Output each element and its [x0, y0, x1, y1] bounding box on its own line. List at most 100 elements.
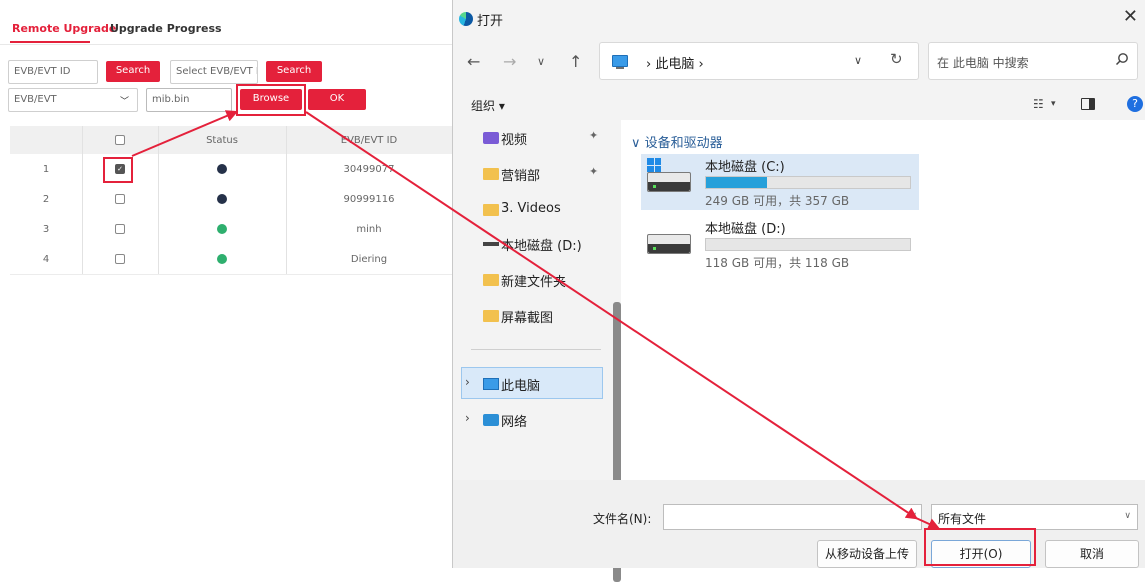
table-row[interactable]: 4 Diering — [10, 244, 452, 275]
evb-id-input[interactable]: EVB/EVT ID — [8, 60, 98, 84]
folder-icon — [483, 168, 499, 180]
search-button[interactable]: Search — [106, 61, 160, 82]
drive-usage-bar — [705, 238, 911, 251]
status-cell — [158, 184, 286, 214]
type-select[interactable]: EVB/EVT — [8, 88, 138, 112]
drive-info: 118 GB 可用，共 118 GB — [705, 256, 850, 270]
drive-d[interactable]: 本地磁盘 (D:) 118 GB 可用，共 118 GB — [641, 216, 919, 272]
active-tab-indicator — [10, 41, 90, 43]
row-checkbox[interactable] — [82, 244, 158, 274]
view-dropdown-icon[interactable]: ▾ — [1051, 99, 1056, 109]
evb-id-cell: 90999116 — [343, 193, 395, 205]
tree-item-this-pc[interactable]: › 此电脑 — [461, 370, 611, 398]
edge-logo-icon — [459, 12, 473, 26]
filename-label: 文件名(N): — [593, 512, 652, 526]
tab-remote-upgrade[interactable]: Remote Upgrade — [12, 22, 116, 35]
videos-icon — [483, 132, 499, 144]
tree-item-network[interactable]: › 网络 — [461, 406, 611, 434]
chevron-down-icon[interactable]: ∨ — [631, 136, 645, 151]
id-column-header: EVB/EVT ID — [340, 134, 398, 146]
checkbox-icon — [115, 254, 125, 264]
row-checkbox[interactable] — [82, 184, 158, 214]
evb-id-cell: Diering — [350, 253, 388, 265]
drive-usage-bar — [705, 176, 911, 189]
back-arrow-icon[interactable]: ← — [467, 52, 480, 71]
address-bar[interactable]: › 此电脑 › ∨ ↻ — [599, 42, 919, 80]
network-icon — [483, 414, 499, 426]
dialog-title-bar: 打开 ✕ — [453, 0, 1145, 36]
status-cell — [158, 154, 286, 184]
row-index: 1 — [42, 163, 50, 175]
folder-icon — [483, 310, 499, 322]
nav-item-marketing[interactable]: 营销部 ✦ — [461, 160, 611, 188]
cancel-button[interactable]: 取消 — [1045, 540, 1139, 568]
filetype-select[interactable]: 所有文件 ∨ — [931, 504, 1138, 530]
this-pc-icon — [612, 55, 628, 69]
nav-item-label: 视频 — [501, 133, 528, 148]
drive-info: 249 GB 可用，共 357 GB — [705, 194, 850, 208]
status-column-header: Status — [206, 134, 238, 146]
chevron-down-icon[interactable]: ∨ — [854, 54, 862, 67]
tab-bar: Remote Upgrade Upgrade Progress — [0, 0, 452, 45]
table-row[interactable]: 2 90999116 — [10, 184, 452, 215]
nav-item-new-folder[interactable]: 新建文件夹 — [461, 266, 611, 294]
filename-input[interactable]: ∨ — [663, 504, 922, 530]
nav-item-label: 营销部 — [501, 169, 541, 184]
folder-icon — [483, 274, 499, 286]
table-row[interactable]: 3 minh — [10, 214, 452, 245]
refresh-icon[interactable]: ↻ — [890, 50, 903, 68]
command-bar: 组织 ▾ ☷ ▾ ? — [453, 90, 1145, 120]
search-box[interactable]: 在 此电脑 中搜索 — [928, 42, 1138, 80]
recent-dropdown-icon[interactable]: ∨ — [537, 55, 545, 68]
address-path: › 此电脑 › — [646, 57, 704, 72]
chevron-down-icon: ﹀ — [120, 97, 130, 107]
dialog-footer: 文件名(N): ∨ 所有文件 ∨ 从移动设备上传 打开(O) 取消 — [453, 480, 1145, 568]
folder-icon — [483, 204, 499, 216]
nav-divider — [471, 349, 601, 350]
row-index: 2 — [42, 193, 50, 205]
tab-upgrade-progress[interactable]: Upgrade Progress — [110, 22, 222, 35]
search-icon — [1115, 53, 1128, 66]
nav-item-videos[interactable]: 视频 ✦ — [461, 124, 611, 152]
navigation-pane: 视频 ✦ 营销部 ✦ 3. Videos 本地磁盘 (D:) 新建文件夹 屏幕截… — [461, 120, 621, 582]
ok-button[interactable]: OK — [308, 89, 366, 110]
checkbox-icon — [115, 224, 125, 234]
this-pc-icon — [483, 378, 499, 390]
chevron-right-icon[interactable]: › — [465, 375, 470, 389]
nav-item-drive-d[interactable]: 本地磁盘 (D:) — [461, 230, 611, 258]
close-icon[interactable]: ✕ — [1123, 6, 1138, 27]
file-open-dialog: 打开 ✕ ← → ∨ ↑ › 此电脑 › ∨ ↻ 在 此电脑 中搜索 组织 ▾ … — [452, 0, 1145, 582]
row-index: 4 — [42, 253, 50, 265]
forward-arrow-icon[interactable]: → — [503, 52, 516, 71]
hard-drive-icon — [647, 172, 691, 192]
select-evb-input[interactable]: Select EVB/EVT II — [170, 60, 258, 84]
upgrade-page: Remote Upgrade Upgrade Progress EVB/EVT … — [0, 0, 452, 568]
drive-c[interactable]: 本地磁盘 (C:) 249 GB 可用，共 357 GB — [641, 154, 919, 210]
checkbox-icon — [115, 135, 125, 145]
up-arrow-icon[interactable]: ↑ — [569, 52, 582, 71]
upload-from-mobile-button[interactable]: 从移动设备上传 — [817, 540, 917, 568]
search-button-2[interactable]: Search — [266, 61, 322, 82]
organize-menu[interactable]: 组织 ▾ — [471, 97, 505, 114]
help-icon[interactable]: ? — [1127, 96, 1143, 112]
row-index: 3 — [42, 223, 50, 235]
evb-id-cell: minh — [356, 223, 382, 235]
status-cell — [158, 214, 286, 244]
checkbox-highlight — [103, 157, 133, 183]
windows-logo-icon — [647, 158, 661, 172]
drive-name: 本地磁盘 (D:) — [705, 222, 786, 237]
status-dot-icon — [217, 164, 227, 174]
chevron-right-icon[interactable]: › — [465, 411, 470, 425]
chevron-down-icon[interactable]: ∨ — [910, 511, 917, 521]
preview-pane-icon[interactable] — [1081, 98, 1095, 110]
view-options-icon[interactable]: ☷ — [1033, 97, 1044, 111]
nav-item-label: 屏幕截图 — [501, 311, 554, 326]
pin-icon: ✦ — [589, 129, 599, 142]
table-row[interactable]: 1 ✓ 30499077 — [10, 154, 452, 185]
row-checkbox[interactable] — [82, 214, 158, 244]
nav-item-screenshots[interactable]: 屏幕截图 — [461, 302, 611, 330]
nav-item-3-videos[interactable]: 3. Videos — [461, 196, 611, 224]
dialog-title: 打开 — [477, 14, 504, 29]
select-all-checkbox[interactable] — [82, 126, 158, 154]
file-path-input[interactable]: mib.bin — [146, 88, 232, 112]
